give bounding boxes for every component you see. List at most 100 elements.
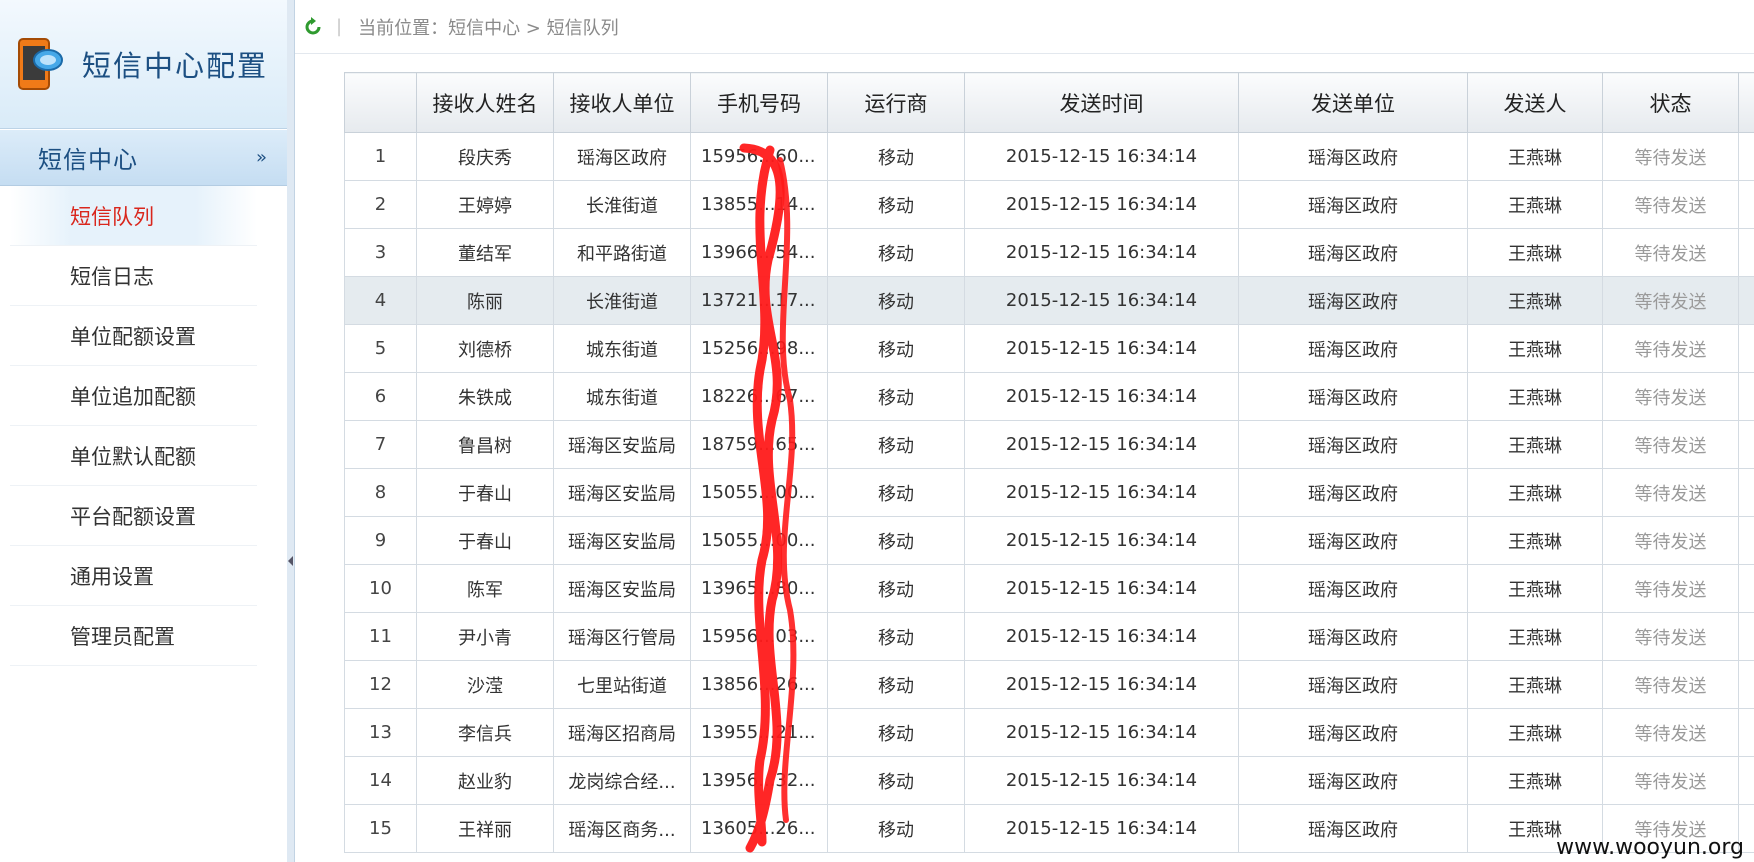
- table-cell-unit: 和平路街道: [553, 228, 691, 277]
- table-cell-extra: [1738, 276, 1754, 325]
- table-cell-carrier: 移动: [827, 516, 965, 565]
- sidebar-item-0[interactable]: 短信队列: [10, 186, 257, 246]
- column-header-7[interactable]: 发送人: [1467, 72, 1603, 133]
- sidebar-item-1[interactable]: 短信日志: [10, 246, 257, 306]
- column-header-8[interactable]: 状态: [1602, 72, 1739, 133]
- table-cell-sender-unit: 瑶海区政府: [1238, 228, 1468, 277]
- table-cell-name: 于春山: [416, 468, 554, 517]
- table-row[interactable]: 3 董结军 和平路街道 13966...54... 移动 2015-12-15 16:34…: [344, 228, 1754, 277]
- table-cell-sender: 王燕琳: [1467, 276, 1603, 325]
- column-header-1[interactable]: 接收人姓名: [416, 72, 554, 133]
- table-cell-time: 2015-12-15 16:34:14: [964, 516, 1239, 565]
- collapse-arrow-icon[interactable]: [288, 556, 293, 566]
- table-cell-name: 王婷婷: [416, 180, 554, 229]
- table-row[interactable]: 10 陈军 瑶海区安监局 13965...80... 移动 2015-12-15 16:3…: [344, 564, 1754, 613]
- table-cell-idx: 12: [344, 660, 417, 709]
- table-cell-time: 2015-12-15 16:34:14: [964, 660, 1239, 709]
- table-cell-idx: 6: [344, 372, 417, 421]
- sidebar-splitter[interactable]: [287, 0, 295, 862]
- table-row[interactable]: 4 陈丽 长淮街道 13721...17... 移动 2015-12-15 16:34:1…: [344, 276, 1754, 325]
- table-cell-idx: 2: [344, 180, 417, 229]
- column-header-0[interactable]: [344, 72, 417, 133]
- table-row[interactable]: 13 李信兵 瑶海区招商局 13955...21... 移动 2015-12-15 16:…: [344, 708, 1754, 757]
- double-chevron-down-icon[interactable]: »: [256, 147, 267, 168]
- menu-group-sms-center[interactable]: 短信中心 »: [0, 130, 287, 186]
- table-row[interactable]: 6 朱铁成 城东街道 18226...67... 移动 2015-12-15 16:34:…: [344, 372, 1754, 421]
- table-cell-phone: 13721...17...: [690, 276, 828, 325]
- table-cell-name: 董结军: [416, 228, 554, 277]
- phone-message-icon: [18, 38, 63, 90]
- table-cell-sender-unit: 瑶海区政府: [1238, 708, 1468, 757]
- refresh-icon[interactable]: [302, 16, 324, 38]
- table-cell-extra: [1738, 564, 1754, 613]
- table-cell-name: 王祥丽: [416, 804, 554, 853]
- sms-queue-table: 接收人姓名 接收人单位 手机号码 运行商 发送时间 发送单位 发送人 状态 1 段庆秀 瑶海区政府…: [344, 72, 1754, 853]
- column-header-2[interactable]: 接收人单位: [553, 72, 691, 133]
- table-cell-time: 2015-12-15 16:34:14: [964, 420, 1239, 469]
- table-cell-idx: 11: [344, 612, 417, 661]
- table-cell-carrier: 移动: [827, 420, 965, 469]
- sidebar-item-2[interactable]: 单位配额设置: [10, 306, 257, 366]
- table-cell-phone: 13956...32...: [690, 756, 828, 805]
- table-cell-sender-unit: 瑶海区政府: [1238, 804, 1468, 853]
- table-row[interactable]: 9 于春山 瑶海区安监局 15055...00... 移动 2015-12-15 16:3…: [344, 516, 1754, 565]
- table-cell-extra: [1738, 756, 1754, 805]
- column-header-6[interactable]: 发送单位: [1238, 72, 1468, 133]
- table-row[interactable]: 7 鲁昌树 瑶海区安监局 18759...65... 移动 2015-12-15 16:3…: [344, 420, 1754, 469]
- table-row[interactable]: 2 王婷婷 长淮街道 13855...14... 移动 2015-12-15 16:34:…: [344, 180, 1754, 229]
- table-cell-sender: 王燕琳: [1467, 180, 1603, 229]
- table-cell-idx: 8: [344, 468, 417, 517]
- table-cell-carrier: 移动: [827, 612, 965, 661]
- table-cell-unit: 瑶海区政府: [553, 132, 691, 181]
- table-row[interactable]: 1 段庆秀 瑶海区政府 15956...60... 移动 2015-12-15 16:34…: [344, 132, 1754, 181]
- table-row[interactable]: 12 沙滢 七里站街道 13856...26... 移动 2015-12-15 16:34…: [344, 660, 1754, 709]
- table-cell-extra: [1738, 468, 1754, 517]
- table-row[interactable]: 14 赵业豹 龙岗综合经... 13956...32... 移动 2015-12-15 1…: [344, 756, 1754, 805]
- column-header-4[interactable]: 运行商: [827, 72, 965, 133]
- table-cell-idx: 14: [344, 756, 417, 805]
- separator: |: [336, 16, 343, 37]
- column-header-5[interactable]: 发送时间: [964, 72, 1239, 133]
- table-cell-sender-unit: 瑶海区政府: [1238, 756, 1468, 805]
- column-header-3[interactable]: 手机号码: [690, 72, 828, 133]
- table-cell-carrier: 移动: [827, 228, 965, 277]
- table-cell-status: 等待发送: [1602, 132, 1739, 181]
- sidebar-item-6[interactable]: 通用设置: [10, 546, 257, 606]
- table-cell-sender: 王燕琳: [1467, 420, 1603, 469]
- table-cell-name: 鲁昌树: [416, 420, 554, 469]
- table-cell-unit: 瑶海区安监局: [553, 468, 691, 517]
- table-cell-status: 等待发送: [1602, 180, 1739, 229]
- table-row[interactable]: 5 刘德桥 城东街道 15256...98... 移动 2015-12-15 16:34:…: [344, 324, 1754, 373]
- table-cell-phone: 13966...54...: [690, 228, 828, 277]
- table-cell-name: 沙滢: [416, 660, 554, 709]
- table-row[interactable]: 15 王祥丽 瑶海区商务... 13605...26... 移动 2015-12-15 1…: [344, 804, 1754, 853]
- table-cell-carrier: 移动: [827, 564, 965, 613]
- table-cell-name: 段庆秀: [416, 132, 554, 181]
- table-cell-unit: 长淮街道: [553, 180, 691, 229]
- table-cell-phone: 15956...03...: [690, 612, 828, 661]
- sidebar-item-4[interactable]: 单位默认配额: [10, 426, 257, 486]
- table-cell-idx: 15: [344, 804, 417, 853]
- table-cell-time: 2015-12-15 16:34:14: [964, 612, 1239, 661]
- table-cell-extra: [1738, 228, 1754, 277]
- table-cell-status: 等待发送: [1602, 468, 1739, 517]
- table-cell-idx: 3: [344, 228, 417, 277]
- table-row[interactable]: 8 于春山 瑶海区安监局 15055...00... 移动 2015-12-15 16:3…: [344, 468, 1754, 517]
- table-cell-carrier: 移动: [827, 180, 965, 229]
- sidebar-item-3[interactable]: 单位追加配额: [10, 366, 257, 426]
- table-cell-idx: 1: [344, 132, 417, 181]
- table-row[interactable]: 11 尹小青 瑶海区行管局 15956...03... 移动 2015-12-15 16:…: [344, 612, 1754, 661]
- table-cell-status: 等待发送: [1602, 564, 1739, 613]
- topbar: | 当前位置：短信中心 > 短信队列: [295, 0, 1754, 54]
- table-cell-extra: [1738, 180, 1754, 229]
- table-cell-sender-unit: 瑶海区政府: [1238, 660, 1468, 709]
- table-cell-name: 陈军: [416, 564, 554, 613]
- table-cell-time: 2015-12-15 16:34:14: [964, 324, 1239, 373]
- sidebar-item-7[interactable]: 管理员配置: [10, 606, 257, 666]
- table-cell-extra: [1738, 420, 1754, 469]
- column-header-9[interactable]: [1738, 72, 1754, 133]
- sidebar-item-5[interactable]: 平台配额设置: [10, 486, 257, 546]
- table-cell-carrier: 移动: [827, 468, 965, 517]
- table-cell-extra: [1738, 708, 1754, 757]
- table-cell-phone: 13965...80...: [690, 564, 828, 613]
